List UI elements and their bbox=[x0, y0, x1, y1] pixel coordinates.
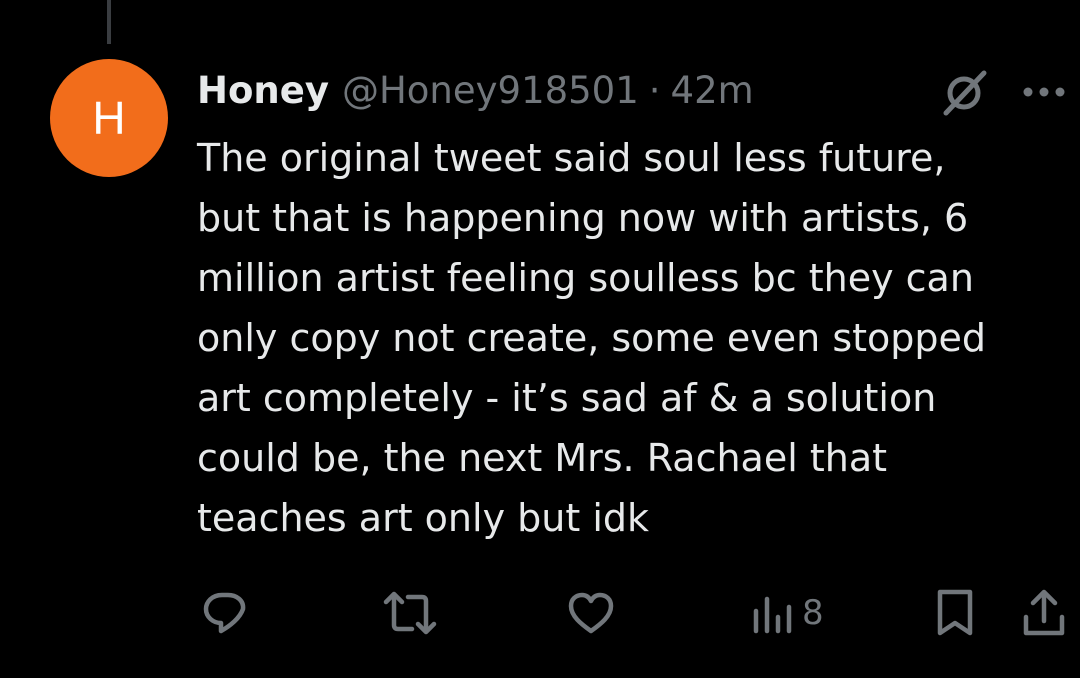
bookmark-icon bbox=[937, 589, 973, 636]
more-options-icon[interactable] bbox=[1016, 80, 1072, 104]
share-button[interactable] bbox=[1020, 585, 1068, 641]
views-count: 8 bbox=[802, 593, 824, 633]
views-button[interactable]: 8 bbox=[752, 585, 824, 641]
heart-icon bbox=[568, 592, 614, 634]
share-icon bbox=[1023, 589, 1065, 636]
reply-button[interactable] bbox=[200, 585, 252, 641]
views-chart-icon bbox=[753, 596, 792, 634]
header-separator: · bbox=[648, 68, 661, 112]
user-handle[interactable]: @Honey918501 bbox=[342, 69, 639, 112]
thread-connector-line bbox=[107, 0, 111, 44]
bookmark-button[interactable] bbox=[935, 585, 975, 641]
reply-icon bbox=[203, 592, 246, 634]
retweet-icon bbox=[383, 591, 437, 635]
avatar[interactable]: H bbox=[50, 59, 168, 177]
display-name[interactable]: Honey bbox=[197, 69, 329, 112]
like-button[interactable] bbox=[567, 585, 615, 641]
timestamp[interactable]: 42m bbox=[671, 69, 754, 112]
tweet-text: The original tweet said soul less future… bbox=[197, 136, 987, 540]
tweet-header: Honey @Honey918501 · 42m bbox=[197, 66, 754, 114]
avatar-letter: H bbox=[92, 92, 126, 144]
retweet-button[interactable] bbox=[382, 585, 438, 641]
grok-icon[interactable] bbox=[940, 70, 992, 116]
